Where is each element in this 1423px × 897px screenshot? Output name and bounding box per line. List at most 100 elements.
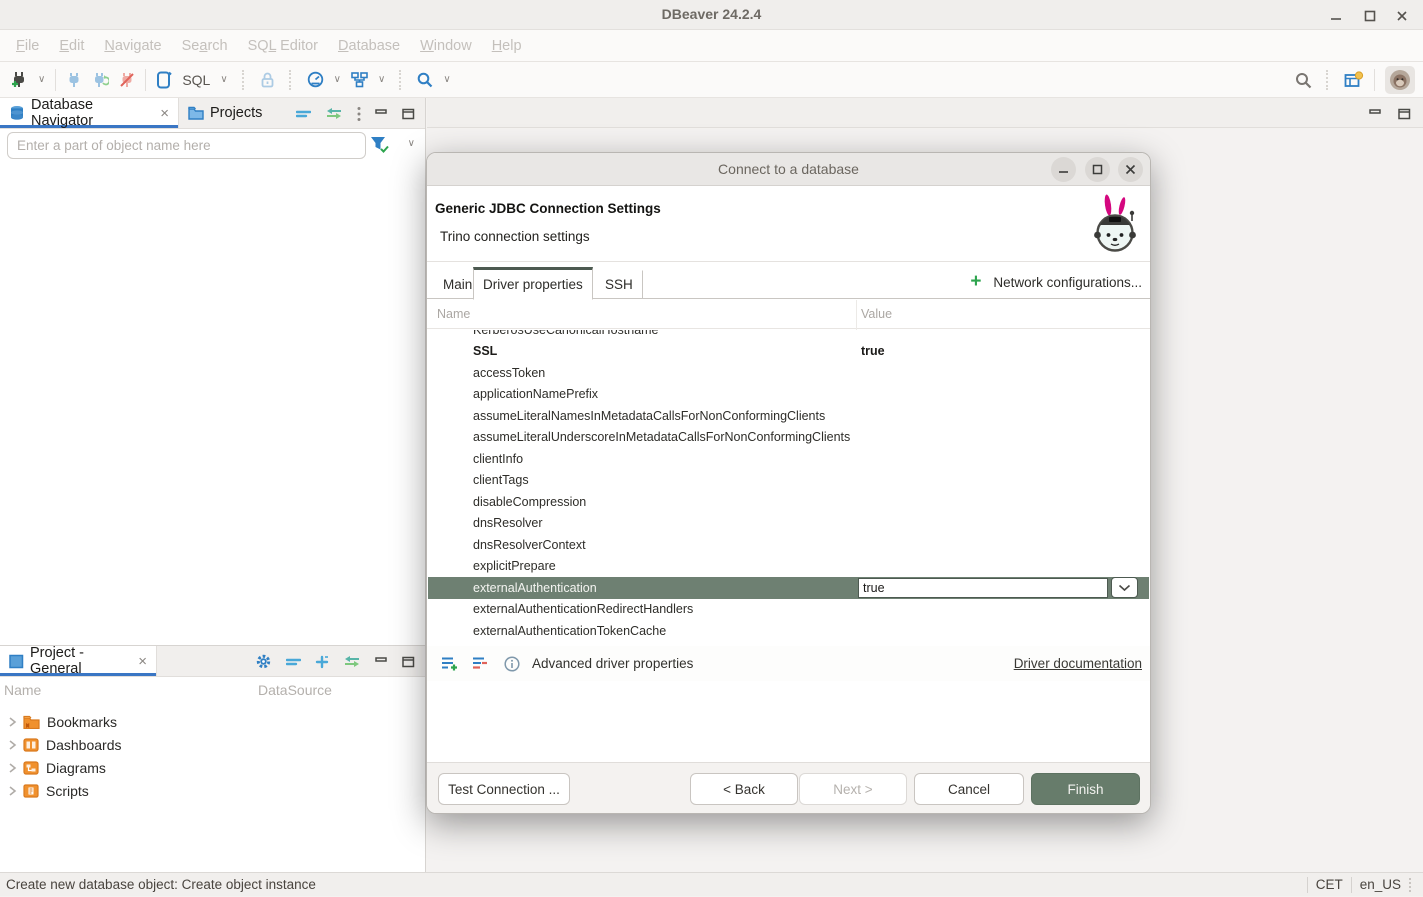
maximize-editor-icon[interactable]	[1398, 108, 1411, 120]
minimize-panel-icon[interactable]	[375, 657, 388, 667]
search-dropdown-icon[interactable]: ∨	[443, 74, 450, 85]
dialog-maximize-button[interactable]	[1085, 157, 1110, 182]
dialog-tab-ssh[interactable]: SSH	[595, 270, 643, 299]
menu-edit[interactable]: Edit	[49, 38, 94, 54]
property-row[interactable]: KerberosUseCanonicalHostname	[428, 330, 1149, 341]
minimize-panel-icon[interactable]	[375, 109, 388, 119]
collapse-all-icon[interactable]	[286, 656, 301, 668]
tree-item-diagrams[interactable]: Diagrams	[0, 756, 425, 779]
maximize-icon	[1092, 164, 1103, 175]
property-row[interactable]: disableCompression	[428, 491, 1149, 513]
status-locale[interactable]: en_US	[1360, 877, 1401, 892]
expand-all-icon[interactable]	[315, 655, 329, 669]
tab-projects[interactable]: Projects	[179, 98, 271, 128]
dialog-tab-driver-properties[interactable]: Driver properties	[473, 267, 593, 300]
new-connection-button[interactable]	[10, 71, 28, 89]
chevron-right-icon[interactable]	[8, 716, 17, 728]
tab-close-icon[interactable]: ×	[138, 653, 147, 670]
menu-bar: File Edit Navigate Search SQL Editor Dat…	[0, 30, 1423, 62]
menu-search[interactable]: Search	[172, 38, 238, 54]
value-input[interactable]	[858, 578, 1108, 598]
value-combo-button[interactable]	[1111, 577, 1138, 598]
back-button[interactable]: < Back	[690, 773, 798, 805]
dashboard-dropdown-icon[interactable]: ∨	[334, 74, 341, 85]
status-timezone[interactable]: CET	[1316, 877, 1343, 892]
sql-dropdown-icon[interactable]: ∨	[220, 74, 227, 85]
link-with-editor-icon[interactable]	[325, 107, 343, 120]
chevron-right-icon[interactable]	[8, 739, 17, 751]
maximize-panel-icon[interactable]	[402, 656, 415, 668]
settings-gear-icon[interactable]	[255, 653, 272, 670]
tab-project-general[interactable]: Project - General ×	[0, 646, 157, 676]
status-separator	[1351, 877, 1352, 893]
network-configurations-button[interactable]: + Network configurations...	[970, 273, 1142, 291]
tree-item-dashboards[interactable]: Dashboards	[0, 733, 425, 756]
property-row-selected[interactable]: externalAuthentication	[428, 577, 1149, 599]
property-row[interactable]: explicitPrepare	[428, 556, 1149, 578]
grid-header-value[interactable]: Value	[861, 307, 892, 321]
perspective-icon[interactable]	[1344, 71, 1364, 89]
column-header-datasource[interactable]: DataSource	[258, 682, 332, 698]
property-row[interactable]: externalAuthenticationTokenCache	[428, 620, 1149, 642]
menu-help[interactable]: Help	[482, 38, 532, 54]
reconnect-icon[interactable]	[92, 72, 109, 88]
test-connection-button[interactable]: Test Connection ...	[438, 773, 570, 805]
window-maximize-button[interactable]	[1357, 7, 1383, 25]
dialog-minimize-button[interactable]	[1051, 157, 1076, 182]
menu-file[interactable]: File	[6, 38, 49, 54]
driver-documentation-link[interactable]: Driver documentation	[1014, 656, 1142, 671]
minimize-editor-icon[interactable]	[1369, 109, 1382, 119]
user-avatar-button[interactable]	[1385, 66, 1415, 94]
connect-icon[interactable]	[66, 72, 82, 88]
tab-close-icon[interactable]: ×	[160, 105, 169, 122]
collapse-all-icon[interactable]	[296, 108, 311, 120]
property-row[interactable]: applicationNamePrefix	[428, 384, 1149, 406]
tree-item-scripts[interactable]: Scripts	[0, 779, 425, 802]
dashboard-gauge-icon[interactable]	[307, 71, 324, 88]
dialog-close-button[interactable]	[1118, 157, 1143, 182]
driver-dropdown-icon[interactable]: ∨	[378, 74, 385, 85]
sql-editor-label[interactable]: SQL	[182, 72, 210, 88]
property-row[interactable]: accessToken	[428, 362, 1149, 384]
link-with-editor-icon[interactable]	[343, 655, 361, 668]
tab-database-navigator[interactable]: Database Navigator ×	[0, 98, 179, 128]
property-row[interactable]: clientTags	[428, 470, 1149, 492]
driver-manager-icon[interactable]	[351, 72, 368, 88]
filter-dropdown-icon[interactable]: ∨	[408, 138, 415, 149]
chevron-right-icon[interactable]	[8, 785, 17, 797]
filter-funnel-icon[interactable]	[370, 136, 389, 153]
window-title: DBeaver 24.2.4	[0, 6, 1423, 22]
property-row[interactable]: clientInfo	[428, 448, 1149, 470]
new-connection-dropdown-icon[interactable]: ∨	[38, 74, 45, 85]
menu-sql-editor[interactable]: SQL Editor	[238, 38, 328, 54]
window-close-button[interactable]	[1389, 7, 1415, 25]
tree-item-bookmarks[interactable]: Bookmarks	[0, 710, 425, 733]
window-minimize-button[interactable]	[1323, 7, 1349, 25]
disconnect-icon[interactable]	[119, 72, 135, 88]
chevron-right-icon[interactable]	[8, 762, 17, 774]
finish-button[interactable]: Finish	[1031, 773, 1140, 805]
menu-window[interactable]: Window	[410, 38, 482, 54]
menu-database[interactable]: Database	[328, 38, 410, 54]
toolbar-separator	[1374, 69, 1375, 91]
add-property-icon[interactable]	[441, 656, 458, 671]
column-header-name[interactable]: Name	[4, 682, 41, 698]
remove-property-icon[interactable]	[472, 656, 488, 671]
sql-editor-icon[interactable]	[156, 71, 172, 89]
property-row[interactable]: dnsResolverContext	[428, 534, 1149, 556]
properties-grid-header: Name Value	[427, 300, 1150, 329]
global-search-icon[interactable]	[1295, 72, 1312, 89]
object-search-input[interactable]	[7, 132, 366, 159]
property-row[interactable]: dnsResolver	[428, 513, 1149, 535]
grid-header-name[interactable]: Name	[437, 307, 470, 321]
property-row[interactable]: externalAuthenticationRedirectHandlers	[428, 599, 1149, 621]
search-db-icon[interactable]	[417, 72, 433, 88]
property-row[interactable]: SSLtrue	[428, 341, 1149, 363]
property-row[interactable]: assumeLiteralUnderscoreInMetadataCallsFo…	[428, 427, 1149, 449]
maximize-panel-icon[interactable]	[402, 108, 415, 120]
cancel-button[interactable]: Cancel	[914, 773, 1024, 805]
menu-navigate[interactable]: Navigate	[94, 38, 171, 54]
view-menu-icon[interactable]	[357, 106, 361, 122]
property-row[interactable]: assumeLiteralNamesInMetadataCallsForNonC…	[428, 405, 1149, 427]
toolbar-dotted-separator	[289, 70, 293, 90]
